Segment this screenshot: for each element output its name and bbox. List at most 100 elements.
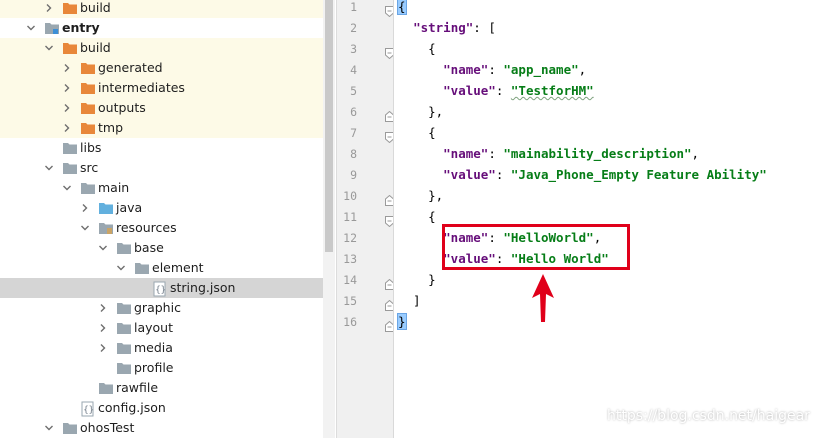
tree-item-label: layout: [134, 320, 174, 335]
json-punctuation: [398, 146, 443, 161]
chevron-right-icon[interactable]: [98, 298, 110, 318]
code-line[interactable]: },: [398, 186, 443, 206]
tree-item-build[interactable]: build: [0, 0, 323, 18]
code-line[interactable]: },: [398, 102, 443, 122]
chevron-right-icon[interactable]: [98, 338, 110, 358]
tree-scrollbar[interactable]: [323, 0, 335, 438]
line-number: 2: [350, 21, 357, 35]
tree-item-media[interactable]: media: [0, 338, 323, 358]
tree-item-ohostest[interactable]: ohosTest: [0, 418, 323, 438]
folder-gray-icon: [98, 378, 114, 398]
chevron-right-icon[interactable]: [62, 78, 74, 98]
tree-item-label: string.json: [170, 280, 236, 295]
tree-item-main[interactable]: main: [0, 178, 323, 198]
tree-item-label: libs: [80, 140, 102, 155]
json-key: "value": [443, 83, 496, 98]
tree-item-label: tmp: [98, 120, 124, 135]
folder-gray-icon: [116, 358, 132, 378]
chevron-down-icon[interactable]: [44, 38, 56, 58]
code-line[interactable]: ]: [398, 291, 421, 311]
code-line[interactable]: "value": "Java_Phone_Empty Feature Abili…: [398, 165, 767, 185]
line-number: 13: [343, 252, 357, 266]
line-number: 15: [343, 294, 357, 308]
watermark-text: https://blog.csdn.net/haigear: [607, 408, 810, 424]
tree-item-src[interactable]: src: [0, 158, 323, 178]
json-punctuation: : [: [473, 20, 496, 35]
matched-brace: {: [397, 0, 407, 15]
code-line[interactable]: {: [397, 0, 407, 17]
chevron-down-icon[interactable]: [98, 238, 110, 258]
chevron-right-icon[interactable]: [98, 318, 110, 338]
tree-item-tmp[interactable]: tmp: [0, 118, 323, 138]
tree-item-java[interactable]: java: [0, 198, 323, 218]
chevron-right-icon[interactable]: [62, 118, 74, 138]
tree-item-label: build: [80, 40, 111, 55]
json-punctuation: ,: [578, 62, 587, 77]
tree-item-graphic[interactable]: graphic: [0, 298, 323, 318]
tree-item-resources[interactable]: resources: [0, 218, 323, 238]
tree-item-rawfile[interactable]: rawfile: [0, 378, 323, 398]
code-line[interactable]: "name": "mainability_description",: [398, 144, 699, 164]
tree-item-label: base: [134, 240, 164, 255]
tree-item-layout[interactable]: layout: [0, 318, 323, 338]
line-number: 7: [350, 126, 357, 140]
tree-item-string-json[interactable]: {} string.json: [0, 278, 323, 298]
line-number: 8: [350, 147, 357, 161]
tree-item-entry[interactable]: entry: [0, 18, 323, 38]
tree-item-label: ohosTest: [80, 420, 135, 435]
code-line[interactable]: {: [398, 207, 436, 227]
json-punctuation: :: [488, 62, 504, 77]
tree-item-generated[interactable]: generated: [0, 58, 323, 78]
code-line[interactable]: {: [398, 39, 436, 59]
line-number: 14: [343, 273, 357, 287]
chevron-down-icon[interactable]: [26, 18, 38, 38]
line-number: 6: [350, 105, 357, 119]
tree-item-intermediates[interactable]: intermediates: [0, 78, 323, 98]
tree-item-label: build: [80, 0, 111, 15]
tree-scrollbar-thumb[interactable]: [325, 0, 333, 252]
line-number: 9: [350, 168, 357, 182]
code-line[interactable]: }: [398, 270, 436, 290]
json-string: "mainability_description": [503, 146, 692, 161]
tree-item-outputs[interactable]: outputs: [0, 98, 323, 118]
chevron-down-icon[interactable]: [80, 218, 92, 238]
json-string: "TestforHM": [510, 83, 594, 98]
chevron-down-icon[interactable]: [116, 258, 128, 278]
json-punctuation: [398, 251, 443, 266]
chevron-down-icon[interactable]: [44, 158, 56, 178]
json-punctuation: {: [398, 41, 436, 56]
chevron-right-icon[interactable]: [44, 0, 56, 18]
tree-item-label: graphic: [134, 300, 181, 315]
tree-item-base[interactable]: base: [0, 238, 323, 258]
code-line[interactable]: "string": [: [398, 18, 496, 38]
code-editor[interactable]: { "string": [ { "name": "app_name", "val…: [394, 0, 815, 438]
json-file-icon: {}: [152, 278, 168, 298]
tree-item-build[interactable]: build: [0, 38, 323, 58]
json-punctuation: }: [398, 272, 436, 287]
line-number: 3: [350, 42, 357, 56]
chevron-right-icon[interactable]: [80, 198, 92, 218]
line-number: 4: [350, 63, 357, 77]
chevron-down-icon[interactable]: [62, 178, 74, 198]
tree-item-profile[interactable]: profile: [0, 358, 323, 378]
line-number: 12: [343, 231, 357, 245]
tree-item-label: generated: [98, 60, 163, 75]
code-line[interactable]: "value": "TestforHM": [398, 81, 594, 101]
folder-orange-icon: [80, 118, 96, 138]
code-line[interactable]: }: [397, 312, 407, 332]
code-line[interactable]: {: [398, 123, 436, 143]
json-file-icon: {}: [80, 398, 96, 418]
chevron-down-icon[interactable]: [44, 418, 56, 438]
code-line[interactable]: "name": "app_name",: [398, 60, 586, 80]
tree-item-libs[interactable]: libs: [0, 138, 323, 158]
json-punctuation: },: [398, 188, 444, 203]
line-number: 16: [343, 315, 357, 329]
tree-item-element[interactable]: element: [0, 258, 323, 278]
chevron-right-icon[interactable]: [62, 98, 74, 118]
json-punctuation: [398, 20, 413, 35]
tree-item-config-json[interactable]: {} config.json: [0, 398, 323, 418]
json-punctuation: [398, 230, 443, 245]
tree-item-label: profile: [134, 360, 174, 375]
chevron-right-icon[interactable]: [62, 58, 74, 78]
tree-item-label: src: [80, 160, 99, 175]
